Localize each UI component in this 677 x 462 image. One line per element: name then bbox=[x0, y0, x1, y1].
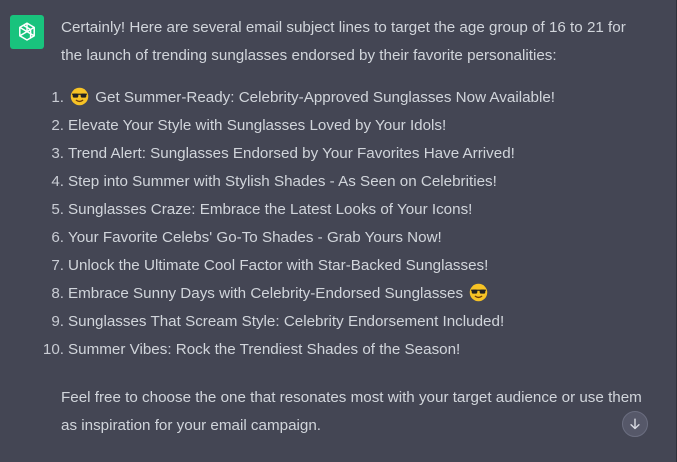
assistant-message: Certainly! Here are several email subjec… bbox=[43, 14, 646, 440]
openai-logo-icon bbox=[19, 22, 35, 41]
chat-response-panel: Certainly! Here are several email subjec… bbox=[0, 0, 677, 462]
list-item-number: 9. bbox=[51, 313, 64, 330]
list-item-number: 7. bbox=[51, 257, 64, 274]
sunglasses-emoji-icon bbox=[469, 283, 488, 302]
list-item-number: 2. bbox=[51, 117, 64, 134]
subject-line-text: Your Favorite Celebs' Go-To Shades - Gra… bbox=[68, 229, 442, 246]
arrow-down-icon bbox=[630, 418, 640, 430]
subject-line-text: Sunglasses Craze: Embrace the Latest Loo… bbox=[68, 201, 473, 218]
list-item: 2. Elevate Your Style with Sunglasses Lo… bbox=[51, 112, 646, 140]
list-item: 3. Trend Alert: Sunglasses Endorsed by Y… bbox=[51, 140, 646, 168]
subject-line-text: Step into Summer with Stylish Shades - A… bbox=[68, 173, 497, 190]
subject-line-text: Trend Alert: Sunglasses Endorsed by Your… bbox=[68, 145, 515, 162]
subject-line-text: Elevate Your Style with Sunglasses Loved… bbox=[68, 117, 447, 134]
list-item-number: 5. bbox=[51, 201, 64, 218]
assistant-avatar bbox=[10, 15, 44, 49]
subject-line-list: 1. Get Summer-Ready: Celebrity-Approved … bbox=[43, 84, 646, 364]
list-item: 1. Get Summer-Ready: Celebrity-Approved … bbox=[51, 84, 646, 112]
message-intro: Certainly! Here are several email subjec… bbox=[61, 19, 626, 64]
list-item: 7. Unlock the Ultimate Cool Factor with … bbox=[51, 252, 646, 280]
list-item-number: 10. bbox=[42, 341, 64, 358]
scroll-to-bottom-button[interactable] bbox=[622, 411, 648, 437]
subject-line-text: Embrace Sunny Days with Celebrity-Endors… bbox=[68, 285, 464, 302]
message-outro: Feel free to choose the one that resonat… bbox=[61, 389, 642, 434]
list-item: 4. Step into Summer with Stylish Shades … bbox=[51, 168, 646, 196]
list-item-number: 3. bbox=[51, 145, 64, 162]
list-item: 10. Summer Vibes: Rock the Trendiest Sha… bbox=[43, 336, 646, 364]
subject-line-text: Summer Vibes: Rock the Trendiest Shades … bbox=[68, 341, 461, 358]
list-item-number: 1. bbox=[51, 89, 64, 106]
list-item: 6. Your Favorite Celebs' Go-To Shades - … bbox=[51, 224, 646, 252]
list-item: 9. Sunglasses That Scream Style: Celebri… bbox=[51, 308, 646, 336]
subject-line-text: Sunglasses That Scream Style: Celebrity … bbox=[68, 313, 505, 330]
list-item: 8. Embrace Sunny Days with Celebrity-End… bbox=[51, 280, 646, 308]
subject-line-text: Get Summer-Ready: Celebrity-Approved Sun… bbox=[95, 89, 556, 106]
list-item: 5. Sunglasses Craze: Embrace the Latest … bbox=[51, 196, 646, 224]
subject-line-text: Unlock the Ultimate Cool Factor with Sta… bbox=[68, 257, 489, 274]
sunglasses-emoji-icon bbox=[70, 87, 89, 106]
list-item-number: 4. bbox=[51, 173, 64, 190]
list-item-number: 6. bbox=[51, 229, 64, 246]
list-item-number: 8. bbox=[51, 285, 64, 302]
